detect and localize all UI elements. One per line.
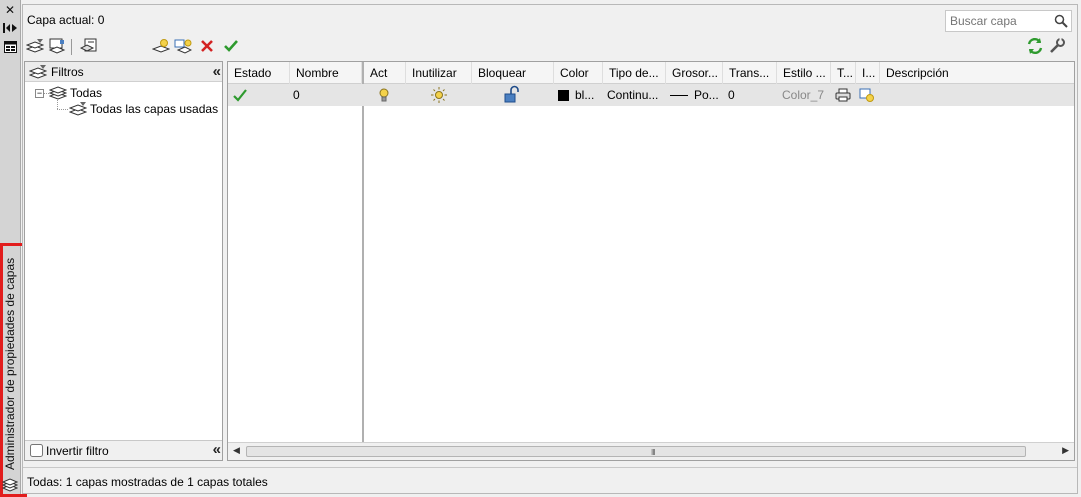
table-row[interactable]: 0 bl... Continu... Po... 0 Color_7 bbox=[228, 84, 1074, 106]
layers-icon bbox=[1, 478, 19, 492]
new-property-filter-button[interactable] bbox=[25, 37, 45, 55]
set-current-button[interactable] bbox=[221, 37, 241, 55]
new-layer-icon bbox=[152, 39, 170, 53]
col-estado[interactable]: Estado bbox=[228, 62, 290, 84]
layer-states-manager-button[interactable] bbox=[79, 37, 99, 55]
col-color[interactable]: Color bbox=[554, 62, 603, 84]
color-swatch bbox=[558, 90, 569, 102]
filters-panel: Filtros « − Todas Todas las capas usadas… bbox=[24, 61, 223, 461]
filters-title: Filtros bbox=[51, 65, 84, 79]
plotstyle-cell: Color_7 bbox=[782, 88, 825, 102]
grid-frozen-divider bbox=[362, 62, 364, 442]
color-value: bl... bbox=[575, 88, 595, 102]
color-cell[interactable]: bl... bbox=[558, 84, 594, 106]
toolbar bbox=[23, 33, 1077, 61]
lineweight-sample bbox=[670, 95, 688, 97]
linetype-cell[interactable]: Continu... bbox=[607, 84, 658, 106]
new-layer-vp-frozen-button[interactable] bbox=[173, 37, 193, 55]
collapse-filters-bottom-icon[interactable]: « bbox=[213, 441, 222, 458]
on-off-toggle[interactable] bbox=[378, 84, 390, 106]
col-estilo-trazado[interactable]: Estilo ... bbox=[777, 62, 831, 84]
printer-icon bbox=[835, 88, 851, 102]
invert-filter-label: Invertir filtro bbox=[46, 444, 109, 458]
invert-filter-checkbox[interactable] bbox=[30, 444, 43, 457]
palette-title: Administrador de propiedades de capas bbox=[3, 257, 17, 470]
layer-name-cell[interactable]: 0 bbox=[293, 84, 300, 106]
delete-layer-icon bbox=[201, 40, 213, 52]
new-layer-button[interactable] bbox=[151, 37, 171, 55]
current-layer-check-icon bbox=[233, 89, 247, 102]
sun-thawed-icon bbox=[431, 87, 447, 103]
col-inutilizar[interactable]: Inutilizar bbox=[406, 62, 472, 84]
tree-expander-icon[interactable]: − bbox=[35, 89, 44, 98]
newvp-freeze-toggle[interactable] bbox=[859, 84, 875, 106]
filters-header: Filtros « bbox=[25, 62, 222, 82]
scroll-grip: III bbox=[651, 448, 656, 457]
lineweight-cell[interactable]: Po... bbox=[670, 84, 719, 106]
freeze-toggle[interactable] bbox=[431, 84, 447, 106]
grid-header: Estado Nombre Act Inutilizar Bloquear Co… bbox=[228, 62, 1074, 84]
new-group-filter-button[interactable] bbox=[47, 37, 67, 55]
settings-button[interactable] bbox=[1047, 37, 1067, 55]
settings-icon bbox=[1050, 38, 1065, 53]
col-act[interactable]: Act bbox=[364, 62, 406, 84]
new-viewport-freeze-icon bbox=[859, 88, 874, 102]
autohide-icon[interactable] bbox=[2, 21, 18, 35]
search-icon[interactable] bbox=[1054, 14, 1068, 28]
scroll-thumb[interactable]: III bbox=[246, 446, 1026, 457]
search-layer-field[interactable] bbox=[945, 10, 1072, 32]
layer-properties-panel: Capa actual: 0 Buscar capa Filtros « − T… bbox=[22, 4, 1078, 494]
status-cell bbox=[232, 84, 248, 106]
status-bar: Todas: 1 capas mostradas de 1 capas tota… bbox=[23, 467, 1077, 493]
delete-layer-button[interactable] bbox=[197, 37, 217, 55]
col-nombre[interactable]: Nombre bbox=[290, 62, 362, 84]
properties-icon[interactable] bbox=[2, 40, 18, 54]
col-transparencia[interactable]: Trans... bbox=[723, 62, 777, 84]
horizontal-scrollbar[interactable]: ◀ III ▶ bbox=[228, 442, 1074, 460]
col-tipo-de-linea[interactable]: Tipo de... bbox=[603, 62, 666, 84]
new-layer-vp-frozen-icon bbox=[174, 39, 192, 54]
col-grosor[interactable]: Grosor... bbox=[666, 62, 723, 84]
col-inutilizar-nueva-ventana[interactable]: I... bbox=[856, 62, 880, 84]
scroll-left-icon[interactable]: ◀ bbox=[233, 445, 240, 456]
tree-item-todas[interactable]: Todas bbox=[70, 86, 102, 100]
tree-item-todas-usadas[interactable]: Todas las capas usadas bbox=[90, 102, 218, 116]
layer-states-manager-icon bbox=[80, 38, 97, 52]
lock-toggle[interactable] bbox=[503, 84, 519, 106]
close-icon[interactable]: ✕ bbox=[2, 3, 18, 17]
invert-filter-row: Invertir filtro « bbox=[25, 440, 222, 460]
new-property-filter-icon bbox=[26, 39, 44, 53]
new-group-filter-icon bbox=[48, 38, 66, 54]
plot-toggle[interactable] bbox=[835, 84, 851, 106]
toolbar-separator bbox=[71, 39, 72, 55]
tree-line bbox=[57, 100, 69, 110]
layers-grid: Estado Nombre Act Inutilizar Bloquear Co… bbox=[227, 61, 1075, 461]
col-bloquear[interactable]: Bloquear bbox=[472, 62, 554, 84]
lineweight-value: Po... bbox=[694, 88, 719, 102]
set-current-icon bbox=[224, 40, 238, 52]
search-layer-input[interactable] bbox=[950, 14, 1050, 28]
refresh-icon bbox=[1027, 37, 1043, 55]
col-descripcion[interactable]: Descripción bbox=[880, 62, 1074, 84]
current-layer-label: Capa actual: 0 bbox=[27, 13, 105, 27]
all-layers-icon bbox=[49, 86, 67, 100]
status-text: Todas: 1 capas mostradas de 1 capas tota… bbox=[27, 475, 268, 489]
header-bar: Capa actual: 0 bbox=[23, 5, 1077, 33]
collapse-filters-icon[interactable]: « bbox=[213, 63, 222, 80]
lightbulb-on-icon bbox=[379, 88, 389, 102]
refresh-button[interactable] bbox=[1025, 37, 1045, 55]
filter-icon bbox=[29, 65, 47, 79]
col-trazar[interactable]: T... bbox=[831, 62, 856, 84]
unlocked-padlock-icon bbox=[504, 85, 519, 103]
used-layers-filter-icon bbox=[69, 102, 87, 116]
transparency-cell[interactable]: 0 bbox=[728, 84, 735, 106]
scroll-right-icon[interactable]: ▶ bbox=[1062, 445, 1069, 456]
